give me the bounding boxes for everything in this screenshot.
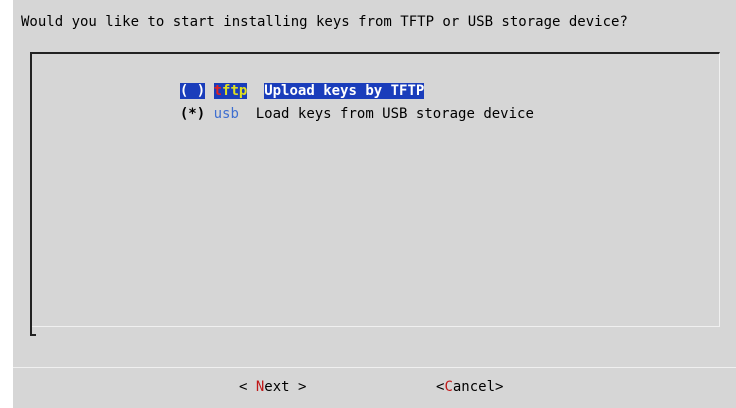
next-button-prefix: < <box>239 379 256 395</box>
cancel-button[interactable]: <Cancel> <box>436 377 503 397</box>
next-button-label: ext <box>264 379 290 395</box>
radiolist-item-usb[interactable]: (*) usb Load keys from USB storage devic… <box>163 87 534 122</box>
next-button-suffix: > <box>289 379 307 395</box>
item-tag-usb: usb <box>213 106 239 122</box>
next-button[interactable]: < Next > <box>239 377 306 397</box>
radiolist-corner <box>30 320 36 336</box>
button-separator <box>13 367 736 368</box>
cancel-button-suffix: > <box>495 379 504 395</box>
dialog-prompt: Would you like to start installing keys … <box>21 14 628 30</box>
item-description-usb: Load keys from USB storage device <box>255 106 534 122</box>
radio-button-usb[interactable]: (*) <box>180 106 205 122</box>
cancel-button-hotkey: C <box>444 379 453 395</box>
cancel-button-label: ancel <box>452 379 496 395</box>
radiolist-item-tftp[interactable]: ( ) tftp Upload keys by TFTP <box>163 64 425 99</box>
